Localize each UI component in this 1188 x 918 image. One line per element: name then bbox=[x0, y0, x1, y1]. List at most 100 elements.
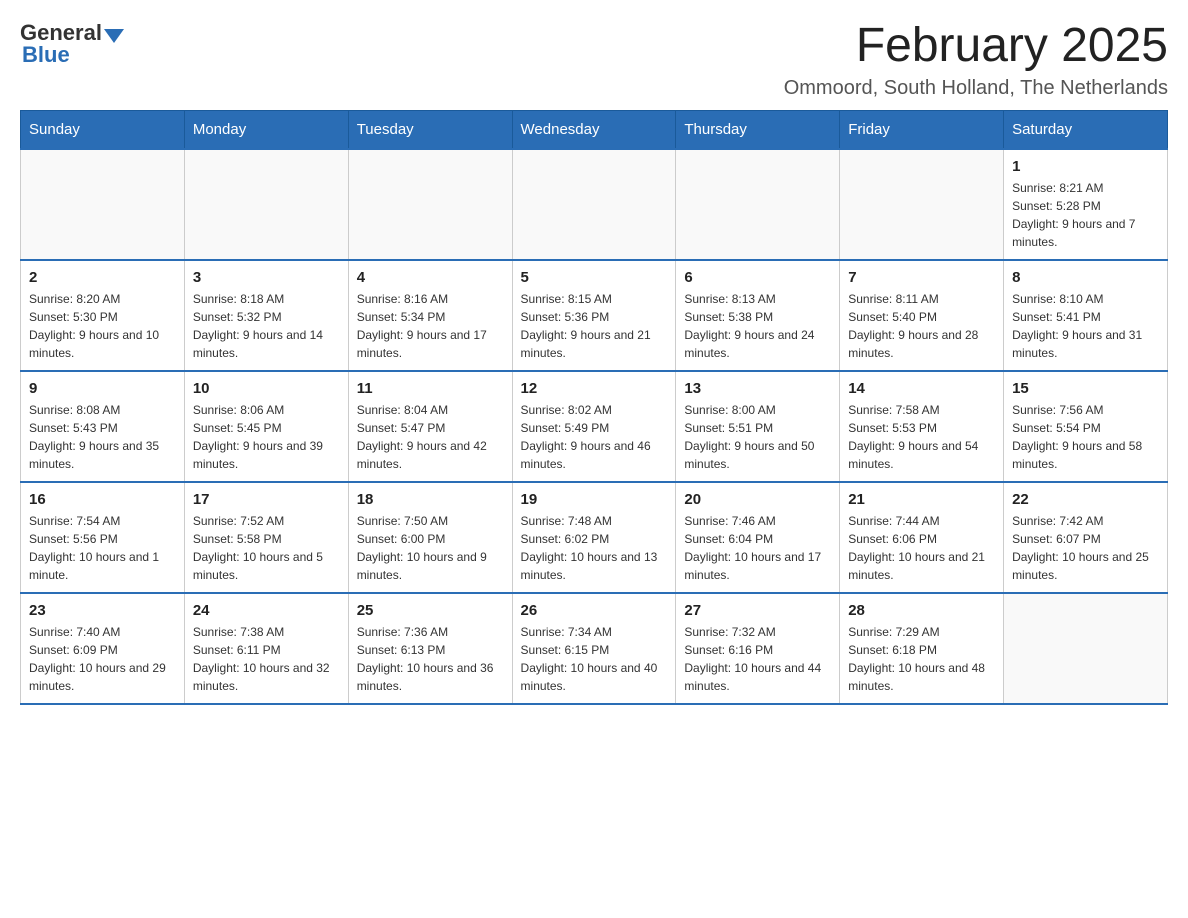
calendar-cell bbox=[512, 149, 676, 260]
logo: General Blue bbox=[20, 20, 124, 68]
col-wednesday: Wednesday bbox=[512, 110, 676, 149]
day-number: 20 bbox=[684, 491, 831, 508]
day-number: 2 bbox=[29, 269, 176, 286]
day-number: 1 bbox=[1012, 158, 1159, 175]
location-title: Ommoord, South Holland, The Netherlands bbox=[784, 77, 1168, 100]
calendar-cell: 3 Sunrise: 8:18 AM Sunset: 5:32 PM Daylig… bbox=[184, 260, 348, 371]
day-number: 24 bbox=[193, 602, 340, 619]
calendar-cell: 26 Sunrise: 7:34 AM Sunset: 6:15 PM Dayli… bbox=[512, 593, 676, 704]
calendar-cell: 6 Sunrise: 8:13 AM Sunset: 5:38 PM Daylig… bbox=[676, 260, 840, 371]
calendar-week-4: 23Sunrise: 7:40 AM Sunset: 6:09 PM Dayli… bbox=[21, 593, 1168, 704]
day-number: 17 bbox=[193, 491, 340, 508]
calendar-cell: 22 Sunrise: 7:42 AM Sunset: 6:07 PM Dayli… bbox=[1004, 482, 1168, 593]
day-number: 18 bbox=[357, 491, 504, 508]
calendar-cell: 1 Sunrise: 8:21 AM Sunset: 5:28 PM Daylig… bbox=[1004, 149, 1168, 260]
col-saturday: Saturday bbox=[1004, 110, 1168, 149]
day-info: Sunrise: 8:08 AM Sunset: 5:43 PM Dayligh… bbox=[29, 401, 176, 473]
day-number: 19 bbox=[521, 491, 668, 508]
calendar-cell: 28 Sunrise: 7:29 AM Sunset: 6:18 PM Dayli… bbox=[840, 593, 1004, 704]
calendar-cell: 24 Sunrise: 7:38 AM Sunset: 6:11 PM Dayli… bbox=[184, 593, 348, 704]
calendar-cell: 10 Sunrise: 8:06 AM Sunset: 5:45 PM Dayli… bbox=[184, 371, 348, 482]
day-info: Sunrise: 8:06 AM Sunset: 5:45 PM Dayligh… bbox=[193, 401, 340, 473]
calendar-cell: 19 Sunrise: 7:48 AM Sunset: 6:02 PM Dayli… bbox=[512, 482, 676, 593]
col-monday: Monday bbox=[184, 110, 348, 149]
day-info: Sunrise: 8:13 AM Sunset: 5:38 PM Dayligh… bbox=[684, 290, 831, 362]
day-info: Sunrise: 8:00 AM Sunset: 5:51 PM Dayligh… bbox=[684, 401, 831, 473]
calendar-cell: 21 Sunrise: 7:44 AM Sunset: 6:06 PM Dayli… bbox=[840, 482, 1004, 593]
day-info: Sunrise: 8:02 AM Sunset: 5:49 PM Dayligh… bbox=[521, 401, 668, 473]
calendar-cell bbox=[348, 149, 512, 260]
calendar-cell: 20 Sunrise: 7:46 AM Sunset: 6:04 PM Dayli… bbox=[676, 482, 840, 593]
day-number: 27 bbox=[684, 602, 831, 619]
day-number: 25 bbox=[357, 602, 504, 619]
day-info: Sunrise: 7:36 AM Sunset: 6:13 PM Dayligh… bbox=[357, 623, 504, 695]
day-number: 3 bbox=[193, 269, 340, 286]
day-number: 16 bbox=[29, 491, 176, 508]
day-number: 26 bbox=[521, 602, 668, 619]
calendar-cell: 12 Sunrise: 8:02 AM Sunset: 5:49 PM Dayli… bbox=[512, 371, 676, 482]
day-number: 28 bbox=[848, 602, 995, 619]
day-info: Sunrise: 7:56 AM Sunset: 5:54 PM Dayligh… bbox=[1012, 401, 1159, 473]
day-number: 22 bbox=[1012, 491, 1159, 508]
day-number: 11 bbox=[357, 380, 504, 397]
day-number: 21 bbox=[848, 491, 995, 508]
day-number: 5 bbox=[521, 269, 668, 286]
day-info: Sunrise: 7:44 AM Sunset: 6:06 PM Dayligh… bbox=[848, 512, 995, 584]
day-number: 14 bbox=[848, 380, 995, 397]
page-header: General Blue February 2025 Ommoord, Sout… bbox=[20, 20, 1168, 100]
day-number: 6 bbox=[684, 269, 831, 286]
day-info: Sunrise: 7:52 AM Sunset: 5:58 PM Dayligh… bbox=[193, 512, 340, 584]
day-info: Sunrise: 7:48 AM Sunset: 6:02 PM Dayligh… bbox=[521, 512, 668, 584]
day-info: Sunrise: 8:11 AM Sunset: 5:40 PM Dayligh… bbox=[848, 290, 995, 362]
day-info: Sunrise: 8:18 AM Sunset: 5:32 PM Dayligh… bbox=[193, 290, 340, 362]
calendar-cell: 14 Sunrise: 7:58 AM Sunset: 5:53 PM Dayli… bbox=[840, 371, 1004, 482]
day-info: Sunrise: 8:10 AM Sunset: 5:41 PM Dayligh… bbox=[1012, 290, 1159, 362]
day-number: 12 bbox=[521, 380, 668, 397]
day-number: 10 bbox=[193, 380, 340, 397]
calendar-cell bbox=[21, 149, 185, 260]
month-title: February 2025 bbox=[784, 20, 1168, 73]
day-number: 23 bbox=[29, 602, 176, 619]
calendar-cell: 2Sunrise: 8:20 AM Sunset: 5:30 PM Daylig… bbox=[21, 260, 185, 371]
calendar-cell: 18Sunrise: 7:50 AM Sunset: 6:00 PM Dayli… bbox=[348, 482, 512, 593]
day-info: Sunrise: 8:04 AM Sunset: 5:47 PM Dayligh… bbox=[357, 401, 504, 473]
day-info: Sunrise: 8:21 AM Sunset: 5:28 PM Dayligh… bbox=[1012, 179, 1159, 251]
day-info: Sunrise: 7:32 AM Sunset: 6:16 PM Dayligh… bbox=[684, 623, 831, 695]
calendar-cell: 9 Sunrise: 8:08 AM Sunset: 5:43 PM Daylig… bbox=[21, 371, 185, 482]
day-info: Sunrise: 7:42 AM Sunset: 6:07 PM Dayligh… bbox=[1012, 512, 1159, 584]
calendar-cell: 7Sunrise: 8:11 AM Sunset: 5:40 PM Daylig… bbox=[840, 260, 1004, 371]
calendar-cell: 8 Sunrise: 8:10 AM Sunset: 5:41 PM Daylig… bbox=[1004, 260, 1168, 371]
col-sunday: Sunday bbox=[21, 110, 185, 149]
calendar-week-3: 16 Sunrise: 7:54 AM Sunset: 5:56 PM Dayli… bbox=[21, 482, 1168, 593]
day-number: 15 bbox=[1012, 380, 1159, 397]
calendar-cell: 16 Sunrise: 7:54 AM Sunset: 5:56 PM Dayli… bbox=[21, 482, 185, 593]
day-info: Sunrise: 7:34 AM Sunset: 6:15 PM Dayligh… bbox=[521, 623, 668, 695]
calendar-cell: 5 Sunrise: 8:15 AM Sunset: 5:36 PM Daylig… bbox=[512, 260, 676, 371]
day-info: Sunrise: 8:16 AM Sunset: 5:34 PM Dayligh… bbox=[357, 290, 504, 362]
calendar-cell: 23Sunrise: 7:40 AM Sunset: 6:09 PM Dayli… bbox=[21, 593, 185, 704]
day-number: 9 bbox=[29, 380, 176, 397]
day-number: 8 bbox=[1012, 269, 1159, 286]
calendar-cell: 17 Sunrise: 7:52 AM Sunset: 5:58 PM Dayli… bbox=[184, 482, 348, 593]
calendar-cell bbox=[184, 149, 348, 260]
calendar-header-row: Sunday Monday Tuesday Wednesday Thursday… bbox=[21, 110, 1168, 149]
day-info: Sunrise: 7:58 AM Sunset: 5:53 PM Dayligh… bbox=[848, 401, 995, 473]
day-number: 13 bbox=[684, 380, 831, 397]
day-info: Sunrise: 7:46 AM Sunset: 6:04 PM Dayligh… bbox=[684, 512, 831, 584]
col-tuesday: Tuesday bbox=[348, 110, 512, 149]
logo-blue: Blue bbox=[22, 42, 70, 68]
calendar-table: Sunday Monday Tuesday Wednesday Thursday… bbox=[20, 110, 1168, 705]
day-info: Sunrise: 7:54 AM Sunset: 5:56 PM Dayligh… bbox=[29, 512, 176, 584]
calendar-cell: 13 Sunrise: 8:00 AM Sunset: 5:51 PM Dayli… bbox=[676, 371, 840, 482]
calendar-week-1: 2Sunrise: 8:20 AM Sunset: 5:30 PM Daylig… bbox=[21, 260, 1168, 371]
day-number: 4 bbox=[357, 269, 504, 286]
calendar-cell: 27 Sunrise: 7:32 AM Sunset: 6:16 PM Dayli… bbox=[676, 593, 840, 704]
calendar-week-0: 1 Sunrise: 8:21 AM Sunset: 5:28 PM Daylig… bbox=[21, 149, 1168, 260]
calendar-week-2: 9 Sunrise: 8:08 AM Sunset: 5:43 PM Daylig… bbox=[21, 371, 1168, 482]
day-info: Sunrise: 7:29 AM Sunset: 6:18 PM Dayligh… bbox=[848, 623, 995, 695]
day-info: Sunrise: 7:38 AM Sunset: 6:11 PM Dayligh… bbox=[193, 623, 340, 695]
calendar-cell bbox=[840, 149, 1004, 260]
day-info: Sunrise: 8:15 AM Sunset: 5:36 PM Dayligh… bbox=[521, 290, 668, 362]
calendar-cell bbox=[676, 149, 840, 260]
logo-arrow-icon bbox=[104, 29, 124, 43]
